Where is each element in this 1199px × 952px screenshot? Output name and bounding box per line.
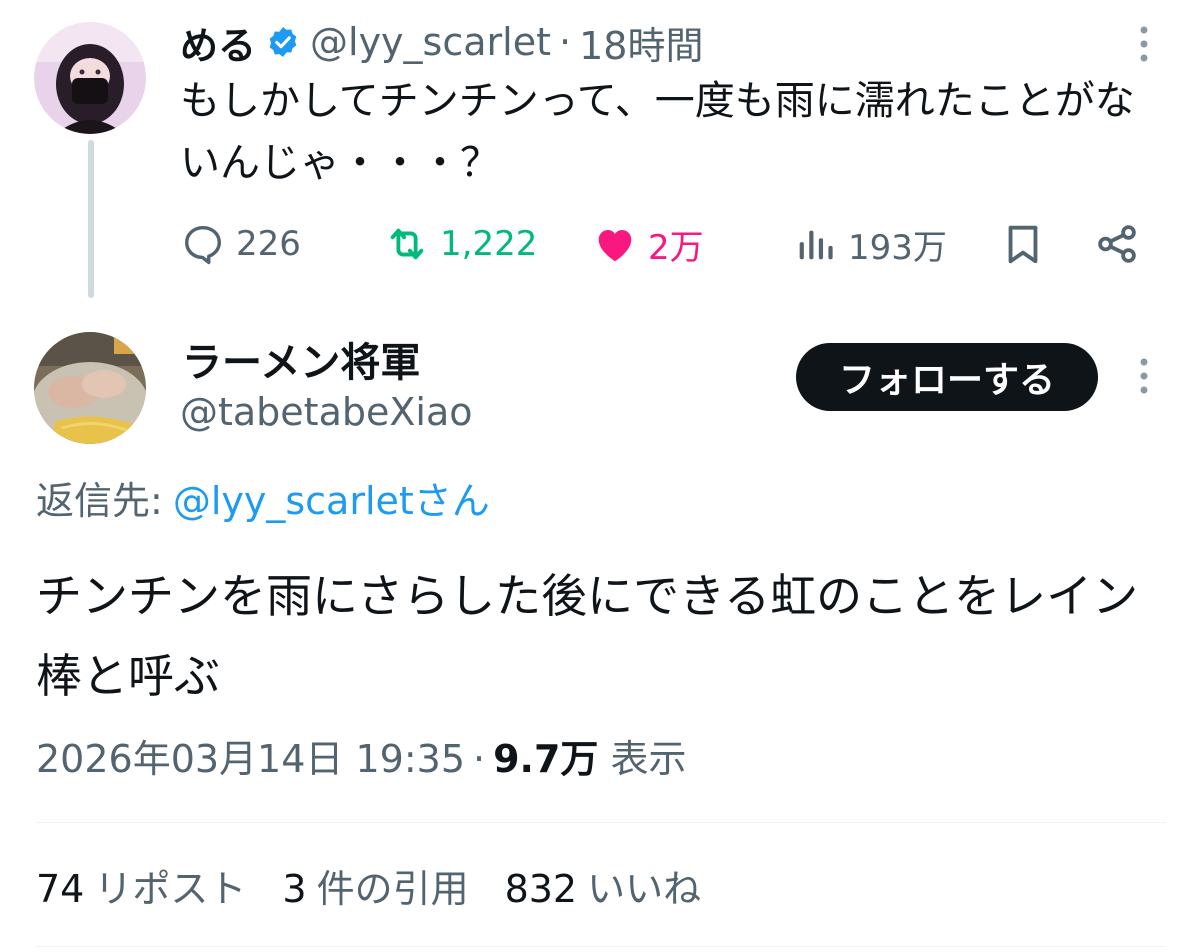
reposts-stat-label: リポスト: [94, 867, 247, 911]
quotes-stat[interactable]: 3 件の引用: [282, 858, 468, 913]
engagement-stats: 74 リポスト 3 件の引用 832 いいね: [36, 858, 737, 913]
views-button[interactable]: 193万: [792, 214, 947, 274]
parent-tweet-text: もしかしてチンチンって、一度も雨に濡れたことがないんじゃ・・・？: [180, 78, 1135, 186]
meta-separator: ·: [473, 737, 486, 781]
reply-count: 226: [236, 224, 301, 264]
reply-to-label: 返信先:: [36, 479, 163, 523]
repost-count: 1,222: [440, 224, 538, 264]
quotes-stat-label: 件の引用: [316, 867, 469, 911]
heart-icon: [598, 230, 632, 262]
header-separator: ·: [559, 20, 572, 64]
main-display-name[interactable]: ラーメン将軍: [182, 330, 420, 388]
likes-stat-label: いいね: [587, 867, 702, 911]
repost-button[interactable]: 1,222: [384, 214, 537, 274]
like-button[interactable]: 2万: [592, 214, 704, 274]
reply-to-line: 返信先: @lyy_scarletさん: [36, 470, 490, 525]
follow-button[interactable]: フォローする: [796, 343, 1098, 411]
more-icon[interactable]: [1138, 24, 1150, 64]
views-count: 193万: [848, 227, 947, 268]
likes-stat[interactable]: 832 いいね: [505, 858, 702, 913]
views-icon: [799, 230, 833, 260]
verified-badge-icon: [266, 25, 300, 59]
share-icon: [1098, 225, 1136, 263]
reply-to-user-link[interactable]: @lyy_scarletさん: [173, 479, 490, 523]
tweet-detail-page: める @lyy_scarlet · 18時間 もしかしてチンチンって、一度も雨に…: [0, 0, 1199, 952]
parent-avatar-image: [34, 22, 146, 134]
divider-top: [36, 822, 1166, 823]
repost-icon: [390, 228, 424, 260]
views-count-main: 9.7万: [493, 737, 599, 781]
main-avatar-image: [34, 332, 146, 444]
divider-bottom: [36, 946, 1166, 947]
main-tweet-text: チンチンを雨にさらした後にできる虹のことをレイン棒と呼ぶ: [36, 569, 1139, 703]
tweet-meta: 2026年03月14日 19:35 · 9.7万 表示: [36, 728, 686, 783]
reply-button[interactable]: 226: [180, 214, 301, 274]
main-avatar[interactable]: [34, 332, 146, 444]
thread-connector-line: [88, 140, 94, 298]
parent-avatar[interactable]: [34, 22, 146, 134]
views-label: 表示: [610, 737, 687, 781]
like-count: 2万: [648, 227, 704, 268]
quotes-stat-count: 3: [282, 867, 307, 911]
bookmark-icon: [1008, 225, 1038, 264]
reposts-stat-count: 74: [36, 867, 85, 911]
main-more-icon[interactable]: [1138, 356, 1150, 396]
reposts-stat[interactable]: 74 リポスト: [36, 858, 246, 913]
main-handle[interactable]: @tabetabeXiao: [180, 390, 473, 434]
reply-icon: [184, 225, 222, 265]
parent-time[interactable]: 18時間: [579, 15, 703, 70]
parent-tweet-header: める @lyy_scarlet · 18時間: [180, 14, 703, 70]
likes-stat-count: 832: [504, 867, 578, 911]
bookmark-button[interactable]: [1000, 214, 1046, 274]
tweet-timestamp[interactable]: 2026年03月14日 19:35: [36, 728, 465, 783]
parent-handle[interactable]: @lyy_scarlet: [310, 20, 551, 64]
parent-display-name[interactable]: める: [180, 15, 256, 70]
parent-action-bar: 226 1,222 2万 193万: [180, 214, 1142, 274]
share-button[interactable]: [1094, 214, 1140, 274]
